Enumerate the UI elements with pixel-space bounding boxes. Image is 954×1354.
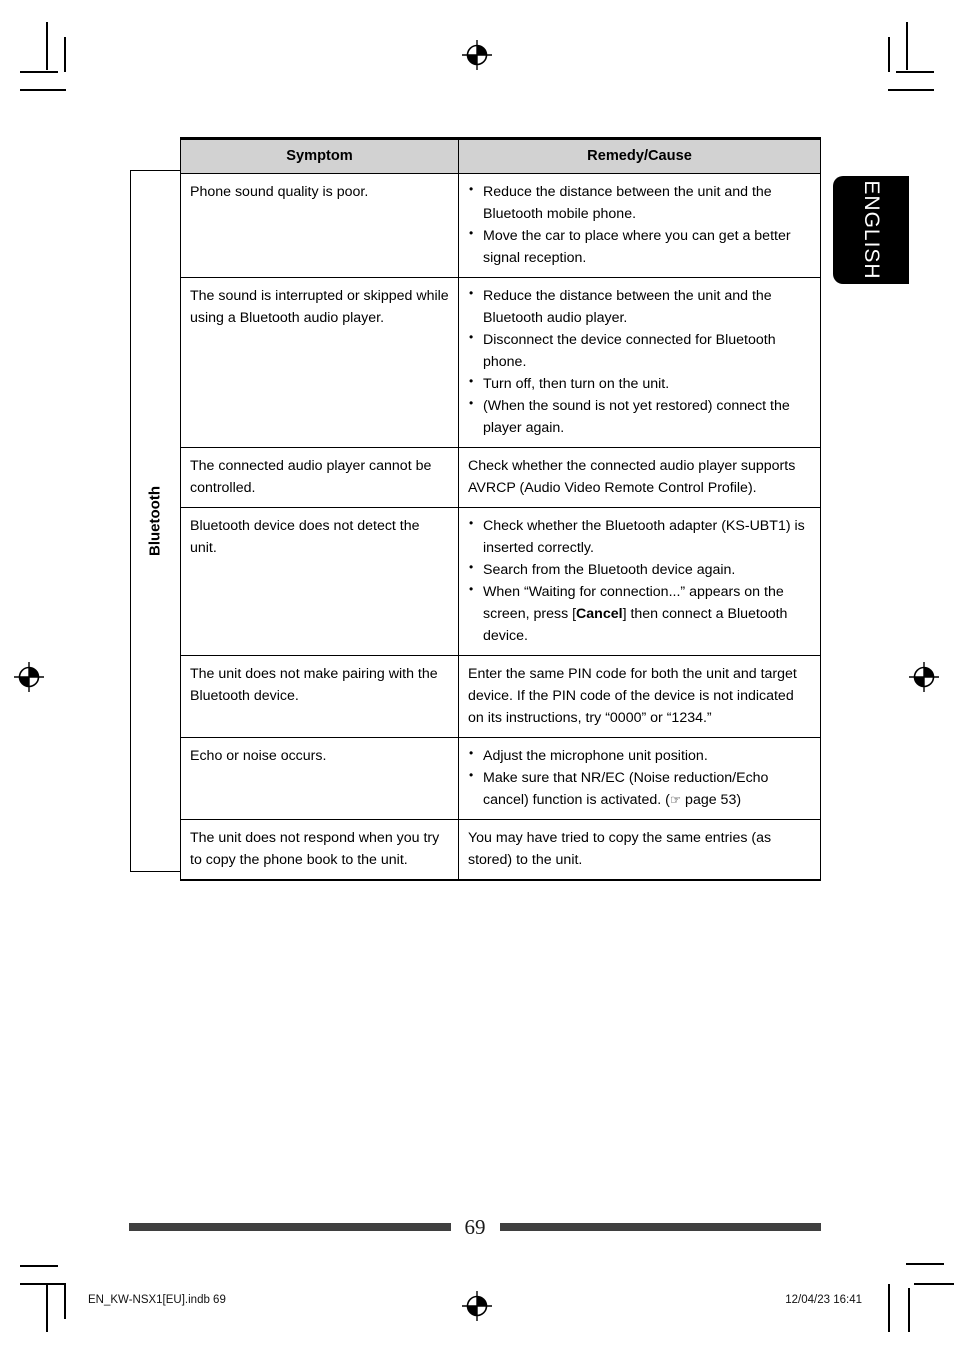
crop-mark-bottom-left-vertical-outer xyxy=(46,1284,48,1332)
remedy-bullet-list: Check whether the Bluetooth adapter (KS-… xyxy=(468,514,811,647)
symptom-cell: Bluetooth device does not detect the uni… xyxy=(180,507,459,656)
crop-mark-bottom-left-horizontal-inner xyxy=(20,1283,66,1285)
footer-rule-right xyxy=(499,1223,821,1231)
crop-mark-bottom-left-horizontal-outer xyxy=(20,1265,58,1267)
crop-mark-top-left-vertical-outer xyxy=(46,22,48,70)
column-header-remedy: Remedy/Cause xyxy=(458,137,821,174)
category-label-bluetooth: Bluetooth xyxy=(130,170,180,871)
registration-mark-top-center xyxy=(462,40,492,70)
remedy-cell: Adjust the microphone unit position. Mak… xyxy=(458,737,821,820)
category-label-text: Bluetooth xyxy=(146,485,164,556)
table-row: The connected audio player cannot be con… xyxy=(180,447,821,508)
symptom-cell: The unit does not make pairing with the … xyxy=(180,655,459,738)
language-tab-english: ENGLISH xyxy=(833,176,909,284)
symptom-text: Phone sound quality is poor. xyxy=(190,183,369,200)
remedy-cell: Enter the same PIN code for both the uni… xyxy=(458,655,821,738)
remedy-cell: Reduce the distance between the unit and… xyxy=(458,173,821,278)
symptom-cell: The unit does not respond when you try t… xyxy=(180,819,459,881)
remedy-bullet-item: Disconnect the device connected for Blue… xyxy=(468,328,811,373)
symptom-cell: Phone sound quality is poor. xyxy=(180,173,459,278)
table-row: Phone sound quality is poor. Reduce the … xyxy=(180,173,821,278)
category-column-bottom-rule xyxy=(130,871,180,873)
remedy-cell: You may have tried to copy the same entr… xyxy=(458,819,821,881)
column-header-symptom: Symptom xyxy=(180,137,459,174)
page-footer: 69 xyxy=(129,1212,821,1242)
crop-mark-top-right-vertical-inner xyxy=(888,37,890,72)
remedy-bullet-item: Search from the Bluetooth device again. xyxy=(468,558,811,581)
crop-mark-top-left-horizontal-outer xyxy=(20,71,58,73)
remedy-text: You may have tried to copy the same entr… xyxy=(468,829,772,868)
print-slug-filename: EN_KW-NSX1[EU].indb 69 xyxy=(88,1294,226,1306)
table-row: The unit does not respond when you try t… xyxy=(180,819,821,881)
crop-mark-bottom-left-vertical-inner xyxy=(64,1284,66,1319)
table-row: The sound is interrupted or skipped whil… xyxy=(180,277,821,448)
table-row: The unit does not make pairing with the … xyxy=(180,655,821,738)
table-row: Bluetooth device does not detect the uni… xyxy=(180,507,821,656)
print-slug-timestamp: 12/04/23 16:41 xyxy=(785,1294,862,1306)
remedy-cell: Reduce the distance between the unit and… xyxy=(458,277,821,448)
remedy-bullet-item: Reduce the distance between the unit and… xyxy=(468,180,811,225)
crop-mark-bottom-right-vertical-inner xyxy=(908,1288,910,1332)
language-tab-label: ENGLISH xyxy=(860,180,883,280)
footer-rule-left xyxy=(129,1223,451,1231)
crop-mark-top-left-vertical-inner xyxy=(64,37,66,72)
troubleshooting-table: Symptom Remedy/Cause Phone sound quality… xyxy=(180,137,821,881)
remedy-bullet-list: Reduce the distance between the unit and… xyxy=(468,180,811,269)
crop-mark-top-left-horizontal-inner xyxy=(20,89,66,91)
remedy-bullet-item: (When the sound is not yet restored) con… xyxy=(468,394,811,439)
page-number: 69 xyxy=(464,1214,486,1239)
print-slug: EN_KW-NSX1[EU].indb 69 12/04/23 16:41 xyxy=(70,1288,884,1316)
remedy-cell: Check whether the connected audio player… xyxy=(458,447,821,508)
remedy-cell: Check whether the Bluetooth adapter (KS-… xyxy=(458,507,821,656)
remedy-bullet-item-with-key: When “Waiting for connection...” appears… xyxy=(468,580,811,647)
remedy-bullet-item: Reduce the distance between the unit and… xyxy=(468,284,811,329)
remedy-bullet-item-with-reference: Make sure that NR/EC (Noise reduction/Ec… xyxy=(468,766,811,811)
crop-mark-bottom-right-horizontal-outer xyxy=(906,1263,944,1265)
crop-mark-top-right-horizontal-inner xyxy=(888,89,934,91)
remedy-bullet-item: Check whether the Bluetooth adapter (KS-… xyxy=(468,514,811,559)
crop-mark-top-right-vertical-outer xyxy=(906,22,908,70)
symptom-cell: The connected audio player cannot be con… xyxy=(180,447,459,508)
symptom-text: The connected audio player cannot be con… xyxy=(190,457,432,496)
crop-mark-bottom-right-horizontal-inner xyxy=(914,1283,954,1285)
remedy-bullet-item: Adjust the microphone unit position. xyxy=(468,744,811,767)
symptom-cell: Echo or noise occurs. xyxy=(180,737,459,820)
remedy-text: Enter the same PIN code for both the uni… xyxy=(468,665,797,726)
symptom-cell: The sound is interrupted or skipped whil… xyxy=(180,277,459,448)
remedy-bullet-list: Adjust the microphone unit position. Mak… xyxy=(468,744,811,811)
pointing-hand-icon: ☞ xyxy=(669,791,682,807)
remedy-bullet-item: Turn off, then turn on the unit. xyxy=(468,372,811,395)
symptom-text: The unit does not make pairing with the … xyxy=(190,665,438,704)
crop-mark-bottom-right-vertical-outer xyxy=(888,1284,890,1332)
registration-mark-left-center xyxy=(14,662,44,692)
cancel-key-label: Cancel xyxy=(576,605,623,622)
remedy-bullet-list: Reduce the distance between the unit and… xyxy=(468,284,811,439)
table-header-row: Symptom Remedy/Cause xyxy=(180,137,821,174)
symptom-text: The sound is interrupted or skipped whil… xyxy=(190,287,449,326)
table-row: Echo or noise occurs. Adjust the microph… xyxy=(180,737,821,820)
remedy-text: Check whether the connected audio player… xyxy=(468,457,796,496)
registration-mark-right-center xyxy=(909,662,939,692)
crop-mark-top-right-horizontal-outer xyxy=(896,71,934,73)
symptom-text: Echo or noise occurs. xyxy=(190,747,327,764)
symptom-text: The unit does not respond when you try t… xyxy=(190,829,440,868)
remedy-bullet-item: Move the car to place where you can get … xyxy=(468,224,811,269)
symptom-text: Bluetooth device does not detect the uni… xyxy=(190,517,420,556)
